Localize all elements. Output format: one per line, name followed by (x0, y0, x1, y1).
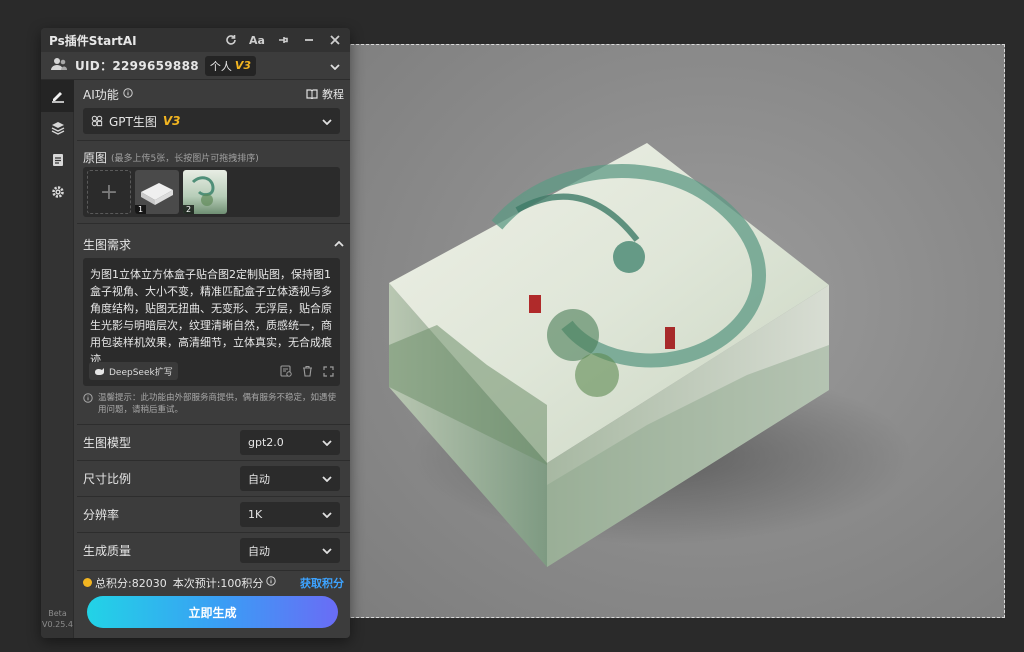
pencil-icon (51, 92, 64, 103)
prompt-toolbar: DeepSeek扩写 (89, 362, 334, 380)
setting-label: 尺寸比例 (83, 472, 132, 486)
startai-plugin-panel: Ps插件StartAI Aa UID：2299659888 个人 V3 Beta… (41, 28, 350, 638)
user-bar[interactable]: UID：2299659888 个人 V3 (41, 52, 350, 80)
minimize-icon[interactable] (302, 33, 316, 47)
refresh-icon[interactable] (224, 33, 238, 47)
add-image-button[interactable]: + (87, 170, 131, 214)
version-label: V0.25.4 (42, 620, 73, 629)
beta-label: Beta (48, 609, 67, 618)
tutorial-link[interactable]: 教程 (306, 86, 344, 102)
prompt-textarea[interactable]: 为图1立体立方体盒子贴合图2定制贴图，保持图1盒子视角、大小不变，精准匹配盒子立… (83, 258, 340, 386)
info-icon (83, 393, 93, 403)
chevron-down-icon (322, 436, 332, 449)
setting-row-aspect: 尺寸比例 自动 (77, 460, 350, 496)
close-icon[interactable] (328, 33, 342, 47)
notice-text: 温馨提示：此功能由外部服务商提供，偶有服务不稳定，如遇使用问题，请稍后重试。 (98, 393, 337, 415)
window-titlebar: Ps插件StartAI Aa (41, 28, 350, 52)
service-notice: 温馨提示：此功能由外部服务商提供，偶有服务不稳定，如遇使用问题，请稍后重试。 (83, 392, 340, 416)
source-images-header: 原图 (最多上传5张，长按图片可拖拽排序) (77, 147, 350, 167)
version-info: Beta V0.25.4 (41, 608, 74, 630)
setting-value: 1K (248, 508, 263, 521)
estimate-credits: 本次预计:100积分 (172, 576, 264, 590)
plan-version: V3 (234, 59, 252, 72)
prompt-header[interactable]: 生图需求 (77, 230, 350, 258)
nav-settings[interactable] (41, 176, 74, 208)
quality-select[interactable]: 自动 (240, 538, 340, 563)
setting-label: 生成质量 (83, 544, 132, 558)
ai-function-version: V3 (162, 114, 181, 128)
trash-icon[interactable] (302, 362, 313, 381)
coin-icon (83, 578, 92, 587)
ai-function-select[interactable]: GPT生图 V3 (83, 108, 340, 134)
thumbnail-number: 1 (135, 205, 147, 214)
deepseek-expand-button[interactable]: DeepSeek扩写 (89, 362, 178, 380)
setting-label: 生图模型 (83, 436, 132, 450)
setting-label: 分辨率 (83, 508, 120, 522)
nav-edit[interactable] (41, 80, 74, 112)
dragon-box-image (389, 143, 912, 567)
nav-document[interactable] (41, 144, 74, 176)
document-icon (52, 154, 63, 166)
nav-layers[interactable] (41, 112, 74, 144)
info-icon[interactable] (123, 87, 133, 101)
chevron-down-icon (322, 472, 332, 485)
thumbnail-number: 2 (183, 205, 195, 214)
setting-value: gpt2.0 (248, 436, 284, 449)
gear-icon (51, 186, 64, 198)
canvas-area[interactable] (346, 44, 1005, 618)
plan-label: 个人 (209, 59, 232, 73)
chevron-down-icon (322, 114, 332, 128)
chevron-up-icon[interactable] (334, 241, 344, 247)
info-icon[interactable] (266, 576, 277, 589)
chevron-down-icon[interactable] (330, 59, 340, 73)
chevron-down-icon (322, 508, 332, 521)
window-title: Ps插件StartAI (49, 33, 137, 48)
expand-icon[interactable] (323, 362, 334, 381)
grid-icon (91, 115, 103, 127)
credits-bar: 总积分:82030 本次预计:100积分 获取积分 (77, 570, 350, 594)
layers-icon (51, 122, 64, 135)
ai-function-header: AI功能 教程 (77, 80, 350, 108)
main-content: AI功能 教程 GPT生图 V3 原图 (最多上传5张，长按图片可拖拽排序) + (77, 80, 350, 638)
setting-value: 自动 (248, 472, 270, 486)
users-icon (51, 57, 67, 74)
prompt-text[interactable]: 为图1立体立方体盒子贴合图2定制贴图，保持图1盒子视角、大小不变，精准匹配盒子立… (90, 266, 333, 362)
font-icon[interactable]: Aa (249, 33, 265, 47)
source-images-hint: (最多上传5张，长按图片可拖拽排序) (111, 153, 259, 164)
model-select[interactable]: gpt2.0 (240, 430, 340, 455)
divider (77, 223, 350, 224)
settings-list: 生图模型 gpt2.0 尺寸比例 自动 分辨率 1K 生成质量 自动 (77, 424, 350, 568)
history-icon[interactable] (280, 362, 292, 381)
side-nav: Beta V0.25.4 (41, 80, 74, 638)
setting-row-quality: 生成质量 自动 (77, 532, 350, 568)
total-credits: 总积分:82030 (95, 576, 167, 590)
whale-icon (95, 367, 104, 375)
source-images-list: + 1 2 (83, 167, 340, 217)
source-thumbnail[interactable]: 2 (183, 170, 227, 214)
plan-badge: 个人 V3 (204, 55, 257, 76)
chevron-down-icon (322, 544, 332, 557)
user-uid: UID：2299659888 (75, 59, 199, 73)
divider (77, 140, 350, 141)
get-credits-link[interactable]: 获取积分 (300, 575, 344, 591)
setting-row-resolution: 分辨率 1K (77, 496, 350, 532)
resolution-select[interactable]: 1K (240, 502, 340, 527)
deepseek-label: DeepSeek扩写 (109, 367, 173, 378)
ai-function-selected: GPT生图 (109, 114, 157, 129)
prompt-label: 生图需求 (83, 237, 132, 252)
generate-button[interactable]: 立即生成 (87, 596, 338, 628)
book-icon (306, 89, 318, 99)
pin-icon[interactable] (276, 33, 290, 47)
tutorial-label: 教程 (322, 88, 344, 101)
source-images-label: 原图 (83, 150, 108, 165)
source-thumbnail[interactable]: 1 (135, 170, 179, 214)
setting-value: 自动 (248, 544, 270, 558)
setting-row-model: 生图模型 gpt2.0 (77, 424, 350, 460)
ai-function-label: AI功能 (83, 87, 119, 102)
aspect-select[interactable]: 自动 (240, 466, 340, 491)
